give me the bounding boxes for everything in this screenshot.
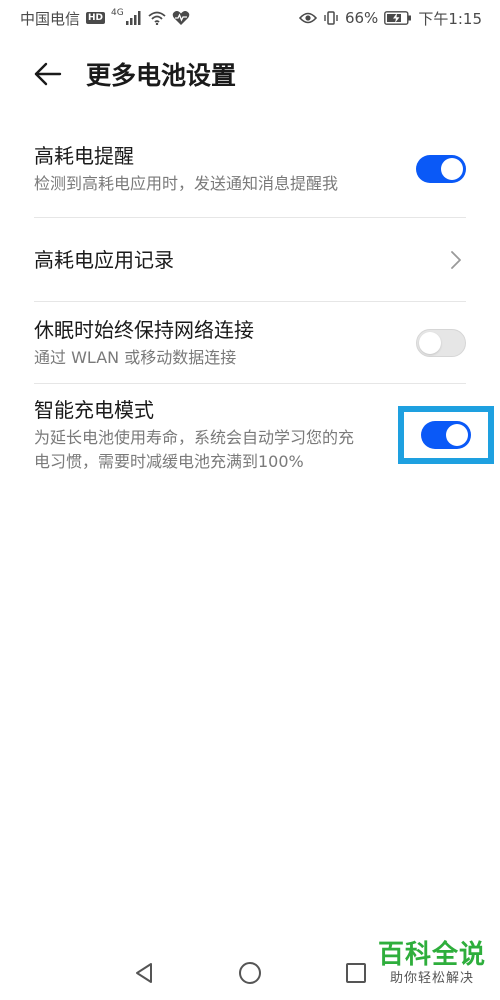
watermark: 百科全说 助你轻松解决 <box>376 940 488 988</box>
toggle-knob <box>441 157 463 180</box>
clock: 下午1:15 <box>418 9 482 28</box>
setting-text: 高耗电应用记录 <box>34 246 446 274</box>
network-type: 4G <box>111 8 124 18</box>
circle-home-icon <box>239 961 261 984</box>
settings-list: 高耗电提醒 检测到高耗电应用时，发送通知消息提醒我 高耗电应用记录 休眠时始终保… <box>34 118 494 504</box>
watermark-subtitle: 助你轻松解决 <box>389 971 474 986</box>
high-power-alert-toggle[interactable] <box>416 154 466 183</box>
triangle-back-icon <box>136 962 152 983</box>
setting-title: 高耗电应用记录 <box>34 247 174 272</box>
page-title: 更多电池设置 <box>86 61 237 90</box>
keep-network-toggle[interactable] <box>416 328 466 357</box>
wifi-icon <box>148 11 166 25</box>
setting-high-power-alert[interactable]: 高耗电提醒 检测到高耗电应用时，发送通知消息提醒我 <box>34 118 466 218</box>
smart-charging-toggle[interactable] <box>421 421 471 449</box>
setting-title: 休眠时始终保持网络连接 <box>34 317 254 342</box>
setting-keep-network-sleep[interactable]: 休眠时始终保持网络连接 通过 WLAN 或移动数据连接 <box>34 302 466 384</box>
setting-smart-charging[interactable]: 智能充电模式 为延长电池使用寿命，系统会自动学习您的充电习惯，需要时减缓电池充满… <box>34 384 494 504</box>
toggle-knob <box>446 424 468 446</box>
chevron-right-icon <box>446 250 466 270</box>
hd-badge: HD <box>86 12 106 24</box>
carrier-name: 中国电信 <box>20 9 81 28</box>
setting-description: 通过 WLAN 或移动数据连接 <box>34 347 237 367</box>
setting-title: 智能充电模式 <box>34 398 154 422</box>
screen: 中国电信 HD 4G 66% 下午1:15 更多电池设置 高耗电提醒 检测到高耗… <box>0 0 500 1000</box>
nav-back-button[interactable] <box>129 958 159 988</box>
toggle-knob <box>419 331 441 354</box>
battery-charging-icon <box>384 11 412 25</box>
nav-home-button[interactable] <box>235 958 265 988</box>
status-bar: 中国电信 HD 4G 66% 下午1:15 <box>0 0 500 36</box>
nav-recents-button[interactable] <box>341 958 371 988</box>
status-left: 中国电信 HD 4G <box>20 8 190 29</box>
cell-signal-icon <box>125 11 142 25</box>
arrow-left-icon <box>34 62 62 86</box>
watermark-title: 百科全说 <box>377 940 486 970</box>
setting-title: 高耗电提醒 <box>34 143 134 168</box>
app-header: 更多电池设置 <box>0 48 500 100</box>
back-button[interactable] <box>26 52 70 96</box>
battery-percent: 66% <box>344 9 379 27</box>
square-recents-icon <box>346 962 366 983</box>
vibrate-icon <box>323 10 339 26</box>
setting-description: 为延长电池使用寿命，系统会自动学习您的充电习惯，需要时减缓电池充满到100% <box>34 428 355 471</box>
highlight-frame <box>398 406 494 464</box>
setting-text: 休眠时始终保持网络连接 通过 WLAN 或移动数据连接 <box>34 316 416 370</box>
setting-high-power-app-record[interactable]: 高耗电应用记录 <box>34 218 466 302</box>
heart-pulse-icon <box>172 10 190 26</box>
setting-description: 检测到高耗电应用时，发送通知消息提醒我 <box>34 173 339 193</box>
eye-icon <box>298 12 317 24</box>
setting-text: 高耗电提醒 检测到高耗电应用时，发送通知消息提醒我 <box>34 142 416 196</box>
status-right: 66% 下午1:15 <box>298 8 482 29</box>
